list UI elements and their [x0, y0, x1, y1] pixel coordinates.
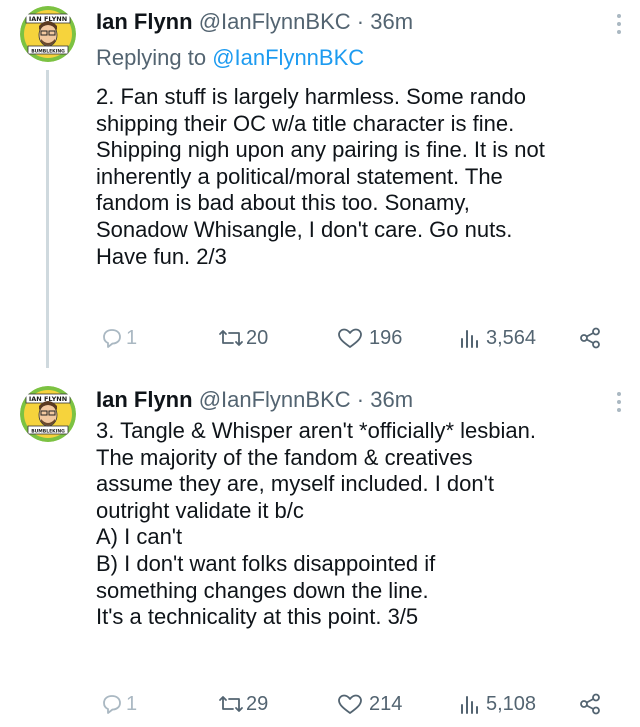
tweet-2[interactable]: IAN FLYNN BUMBLEKING Ian Flynn @IanFlynn… — [0, 368, 640, 727]
tweet-text: 3. Tangle & Whisper aren't *officially* … — [96, 418, 626, 631]
retweet-button[interactable]: 29 — [218, 690, 268, 718]
retweet-button[interactable]: 20 — [218, 324, 268, 352]
reply-icon — [103, 695, 121, 714]
separator-dot: · — [356, 9, 365, 34]
retweet-icon — [219, 696, 243, 712]
ian-flynn-avatar-icon: IAN FLYNN BUMBLEKING — [20, 6, 76, 62]
views-icon — [461, 330, 478, 348]
replying-to-mention[interactable]: @IanFlynnBKC — [212, 45, 364, 70]
author-name[interactable]: Ian Flynn — [96, 387, 193, 412]
tweet-header: Ian Flynn @IanFlynnBKC · 36m — [96, 386, 610, 414]
avatar[interactable]: IAN FLYNN BUMBLEKING — [20, 386, 76, 442]
tweet-text-line: It's a technicality at this point. 3/5 — [96, 604, 419, 630]
replying-to: Replying to @IanFlynnBKC — [96, 44, 364, 72]
ian-flynn-avatar-icon: IAN FLYNN BUMBLEKING — [20, 386, 76, 442]
avatar-bottom-text: BUMBLEKING — [31, 49, 65, 55]
view-count: 3,564 — [486, 326, 537, 349]
views-button[interactable]: 5,108 — [458, 690, 536, 718]
tweet-text-line: assume they are, myself included. I don'… — [96, 471, 494, 497]
tweet-text-line: outright validate it b/c — [96, 497, 304, 523]
avatar-bottom-text: BUMBLEKING — [31, 429, 65, 435]
reply-icon — [103, 329, 121, 348]
avatar[interactable]: IAN FLYNN BUMBLEKING — [20, 6, 76, 62]
reply-count: 1 — [126, 326, 138, 349]
tweet-text-line: Shipping nigh upon any pairing is fine. … — [96, 137, 545, 163]
tweet-actions: 1 20 196 3,564 — [96, 324, 626, 352]
tweet-text-line: Sonadow Whisangle, I don't care. Go nuts… — [96, 216, 513, 242]
share-icon — [580, 327, 600, 349]
views-button[interactable]: 3,564 — [458, 324, 536, 352]
thread-line — [46, 70, 49, 368]
reply-count: 1 — [126, 692, 138, 715]
heart-icon — [338, 694, 362, 714]
author-handle[interactable]: @IanFlynnBKC — [199, 9, 351, 34]
retweet-count: 20 — [246, 326, 269, 349]
like-count: 196 — [369, 326, 403, 349]
reply-button[interactable]: 1 — [100, 690, 137, 718]
tweet-text-line: A) I can't — [96, 524, 183, 550]
more-options-icon[interactable] — [616, 12, 622, 41]
reply-button[interactable]: 1 — [100, 324, 137, 352]
tweet-actions: 1 29 214 5,108 — [96, 690, 626, 718]
like-button[interactable]: 214 — [337, 690, 402, 718]
tweet-text: 2. Fan stuff is largely harmless. Some r… — [96, 84, 626, 270]
tweet-1[interactable]: IAN FLYNN BUMBLEKING Ian Flynn @IanFlynn… — [0, 0, 640, 368]
tweet-text-line: fandom is bad about this too. Sonamy, — [96, 190, 470, 216]
tweet-header: Ian Flynn @IanFlynnBKC · 36m — [96, 8, 610, 36]
heart-icon — [338, 328, 362, 348]
retweet-icon — [219, 330, 243, 346]
like-count: 214 — [369, 692, 403, 715]
more-options-icon[interactable] — [616, 390, 622, 419]
tweet-text-line: 2. Fan stuff is largely harmless. Some r… — [96, 84, 527, 109]
tweet-text-line: B) I don't want folks disappointed if — [96, 550, 436, 576]
share-button[interactable] — [578, 690, 602, 718]
timestamp[interactable]: 36m — [370, 9, 413, 34]
tweet-text-line: The majority of the fandom & creatives — [96, 444, 473, 470]
avatar-top-text: IAN FLYNN — [29, 395, 67, 403]
tweet-text-line: inherently a political/moral statement. … — [96, 163, 503, 189]
timestamp[interactable]: 36m — [370, 387, 413, 412]
author-name[interactable]: Ian Flynn — [96, 9, 193, 34]
tweet-text-line: 3. Tangle & Whisper aren't *officially* … — [96, 418, 536, 443]
retweet-count: 29 — [246, 692, 269, 715]
separator-dot: · — [356, 387, 365, 412]
share-icon — [580, 693, 600, 715]
views-icon — [461, 696, 478, 714]
avatar-top-text: IAN FLYNN — [29, 15, 67, 23]
share-button[interactable] — [578, 324, 602, 352]
replying-to-label: Replying to — [96, 45, 207, 70]
tweet-text-line: shipping their OC w/a title character is… — [96, 110, 515, 136]
like-button[interactable]: 196 — [337, 324, 402, 352]
author-handle[interactable]: @IanFlynnBKC — [199, 387, 351, 412]
tweet-text-line: Have fun. 2/3 — [96, 243, 227, 269]
tweet-text-line: something changes down the line. — [96, 577, 429, 603]
view-count: 5,108 — [486, 692, 537, 715]
